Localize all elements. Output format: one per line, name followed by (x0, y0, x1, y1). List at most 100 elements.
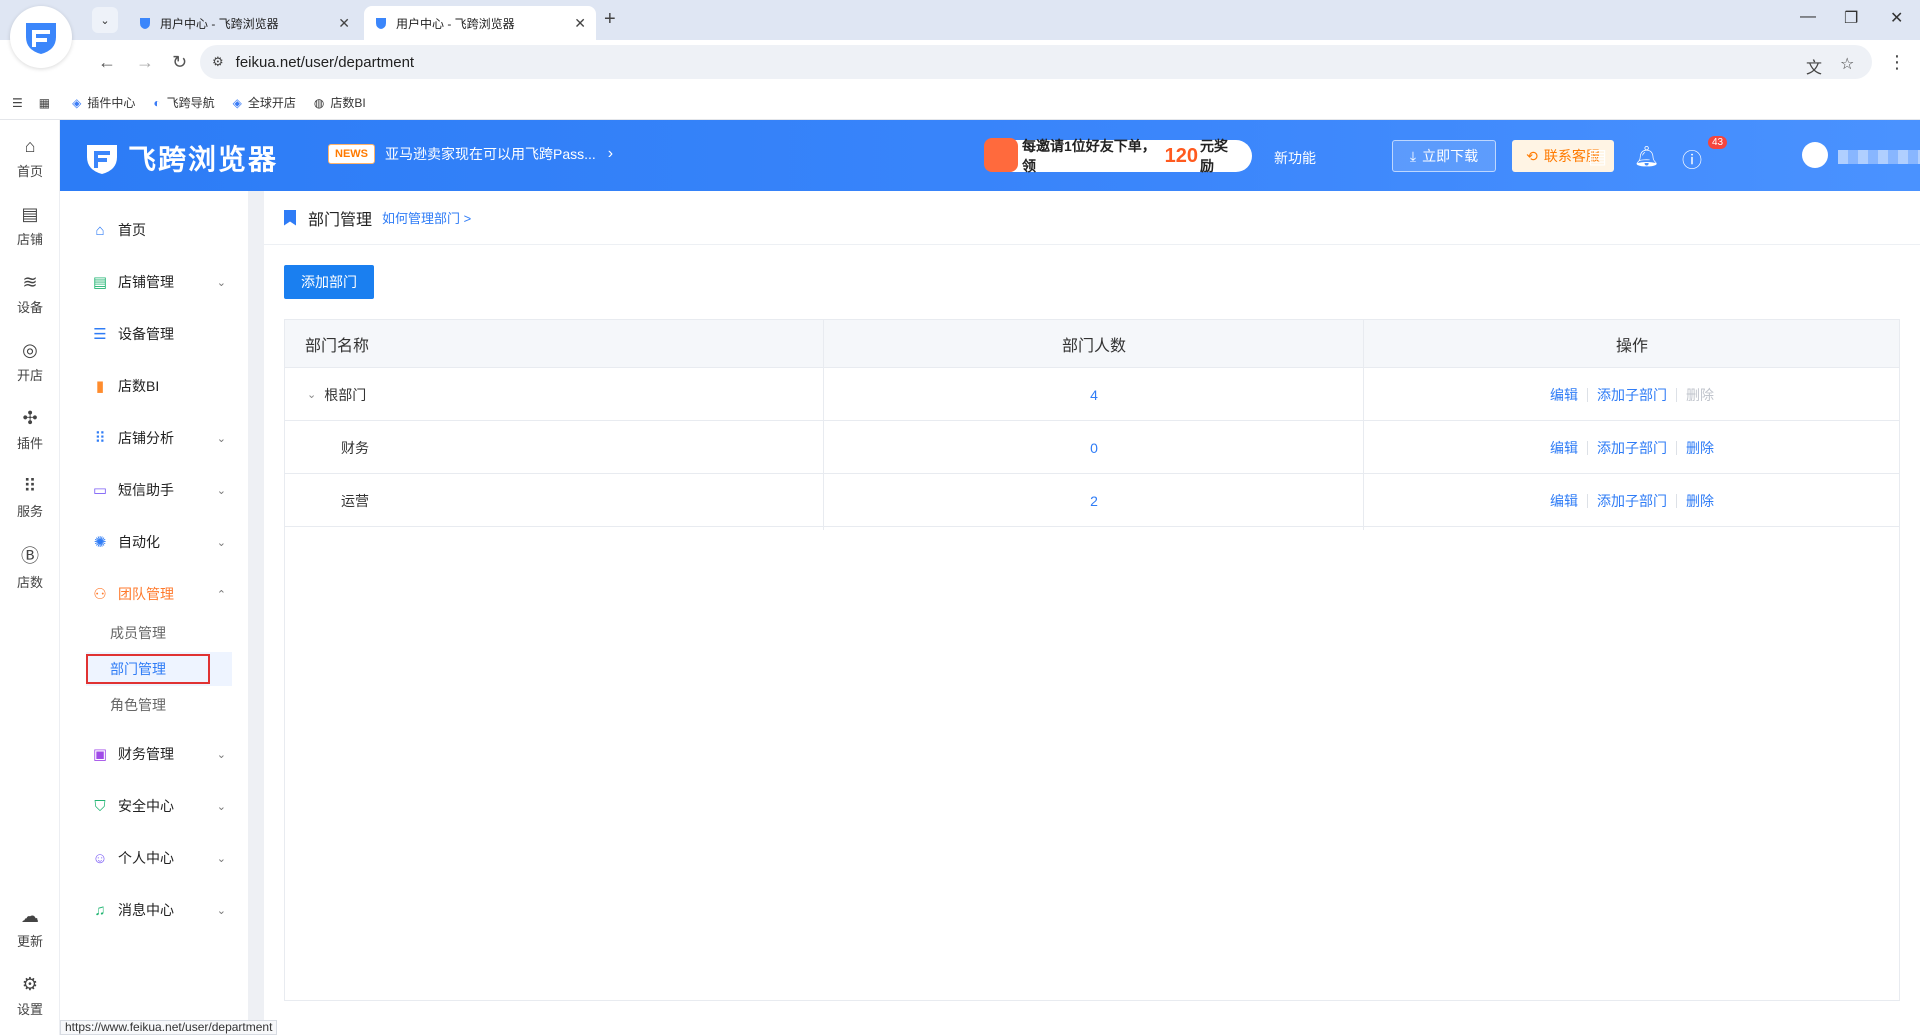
bookmark-star-icon[interactable]: ☆ (1840, 54, 1854, 74)
rail-item-open-store[interactable]: ◎ 开店 (0, 334, 60, 390)
reload-button[interactable]: ↻ (172, 52, 187, 73)
menu-item-automation[interactable]: ✺ 自动化 ⌄ (60, 521, 248, 563)
chevron-down-icon: ⌄ (216, 484, 226, 497)
menu-item-messages[interactable]: ♫ 消息中心 ⌄ (60, 889, 248, 931)
browser-tab-1[interactable]: 用户中心 - 飞跨浏览器 ✕ (128, 6, 360, 40)
server-icon: ☰ (93, 326, 107, 343)
department-count-link[interactable]: 2 (825, 474, 1363, 527)
apps-grid-icon[interactable]: ▦ (39, 96, 50, 110)
department-count-link[interactable]: 4 (825, 368, 1363, 421)
close-window-button[interactable]: ✕ (1890, 8, 1903, 28)
rail-item-dianshu[interactable]: Ⓑ 店数 (0, 538, 60, 594)
rail-item-plugin[interactable]: ✣ 插件 (0, 402, 60, 458)
new-feature-link[interactable]: 新功能 (1274, 148, 1316, 168)
chevron-down-icon: ⌄ (100, 14, 110, 27)
page-title: 部门管理 (308, 211, 373, 229)
bookmark-global-store[interactable]: ◈ 全球开店 (233, 94, 296, 111)
rail-item-store[interactable]: ▤ 店铺 (0, 198, 60, 254)
delete-button[interactable]: 删除 (1686, 438, 1714, 458)
shield-icon: ◈ (232, 95, 242, 110)
department-page: 部门管理 如何管理部门 > 添加部门 部门名称 部门人数 操作 ⌄ 根部门 4 … (264, 191, 1920, 1021)
url-text[interactable]: feikua.net/user/department (236, 54, 414, 71)
layers-icon: ≋ (22, 272, 38, 292)
user-name-masked[interactable] (1838, 150, 1920, 164)
divider (1587, 440, 1588, 455)
menu-item-home[interactable]: ⌂ 首页 (60, 209, 248, 251)
bookmark-plugin-center[interactable]: ◈ 插件中心 (72, 94, 135, 111)
translate-icon[interactable]: 文 (1806, 54, 1822, 78)
edit-button[interactable]: 编辑 (1550, 491, 1578, 511)
invite-reward-banner[interactable]: 每邀请1位好友下单，领 120 元奖励 (984, 138, 1252, 174)
forward-button[interactable]: → (136, 52, 154, 73)
bar-chart-icon: ▮ (95, 378, 105, 395)
add-sub-department-button[interactable]: 添加子部门 (1597, 491, 1667, 511)
gift-icon (984, 138, 1018, 172)
menu-scrollbar[interactable] (248, 191, 264, 1021)
settings-icon: ⚙ (21, 974, 39, 994)
restore-button[interactable]: ❐ (1844, 8, 1858, 28)
close-icon[interactable]: ✕ (338, 15, 350, 32)
rail-item-home[interactable]: ⌂ 首页 (0, 130, 60, 186)
home-icon: ⌂ (24, 136, 36, 156)
edit-button[interactable]: 编辑 (1550, 438, 1578, 458)
minimize-button[interactable]: — (1800, 8, 1816, 26)
compass-icon: ◐ (153, 95, 161, 110)
chevron-down-icon[interactable]: ⌄ (307, 388, 316, 401)
chevron-down-icon: ⌄ (216, 852, 226, 865)
back-button[interactable]: ← (98, 52, 116, 73)
help-icon[interactable]: ⓘ (1682, 144, 1702, 173)
row-actions: 编辑 添加子部门 删除 (1365, 421, 1899, 474)
feikua-logo-icon (87, 145, 117, 174)
sidebar-toggle-icon[interactable]: ☰ (12, 96, 23, 110)
avatar[interactable] (1802, 142, 1828, 168)
rail-item-service[interactable]: ⠿ 服务 (0, 470, 60, 526)
rail-item-update[interactable]: ☁ 更新 (0, 900, 60, 956)
browser-menu-icon[interactable]: ⋮ (1888, 52, 1906, 73)
grid-icon: ⠿ (94, 430, 106, 447)
help-link[interactable]: 如何管理部门 > (382, 208, 471, 227)
submenu-item-members[interactable]: 成员管理 (86, 616, 232, 650)
add-sub-department-button[interactable]: 添加子部门 (1597, 385, 1667, 405)
browser-logo[interactable] (10, 6, 72, 68)
document-icon[interactable]: ▤ (1588, 144, 1607, 169)
department-name: 运营 (341, 492, 369, 509)
menu-item-profile[interactable]: ☺ 个人中心 ⌄ (60, 837, 248, 879)
submenu-item-roles[interactable]: 角色管理 (86, 688, 232, 722)
table-row: ⌄ 根部门 4 编辑 添加子部门 删除 (285, 368, 1899, 421)
add-sub-department-button[interactable]: 添加子部门 (1597, 438, 1667, 458)
bookmark-dianshu-bi[interactable]: ◍ 店数BI (314, 94, 366, 111)
rail-item-device[interactable]: ≋ 设备 (0, 266, 60, 322)
site-info-icon[interactable]: ⚙ (212, 54, 224, 70)
tab-search-button[interactable]: ⌄ (92, 7, 118, 33)
omnibox[interactable]: ⚙ feikua.net/user/department (200, 45, 1872, 79)
delete-button[interactable]: 删除 (1686, 385, 1714, 405)
department-count-link[interactable]: 0 (825, 421, 1363, 474)
breadcrumb: 部门管理 如何管理部门 > (264, 191, 1920, 245)
menu-item-store-analysis[interactable]: ⠿ 店铺分析 ⌄ (60, 417, 248, 459)
close-icon[interactable]: ✕ (574, 15, 586, 32)
browser-tab-2[interactable]: 用户中心 - 飞跨浏览器 ✕ (364, 6, 596, 40)
menu-item-device[interactable]: ☰ 设备管理 (60, 313, 248, 355)
bookmark-feikua-nav[interactable]: ◐ 飞跨导航 (153, 94, 214, 111)
brand-logo[interactable]: 飞跨浏览器 (84, 138, 278, 178)
add-department-button[interactable]: 添加部门 (284, 265, 374, 299)
team-icon: ⚇ (93, 586, 107, 603)
chevron-down-icon: ⌄ (216, 800, 226, 813)
menu-item-team[interactable]: ⚇ 团队管理 ⌃ (60, 573, 248, 615)
new-tab-button[interactable]: + (604, 8, 616, 31)
news-ticker[interactable]: NEWS 亚马逊卖家现在可以用飞跨Pass... › (328, 144, 613, 164)
menu-item-bi[interactable]: ▮ 店数BI (60, 365, 248, 407)
delete-button[interactable]: 删除 (1686, 491, 1714, 511)
menu-item-sms[interactable]: ▭ 短信助手 ⌄ (60, 469, 248, 511)
highlight-box (86, 654, 210, 684)
bell-icon[interactable]: 🔔︎ (1634, 144, 1659, 169)
menu-item-finance[interactable]: ▣ 财务管理 ⌄ (60, 733, 248, 775)
column-header-ops: 操作 (1615, 338, 1648, 355)
edit-button[interactable]: 编辑 (1550, 385, 1578, 405)
store-icon: ▤ (21, 204, 39, 224)
bi-icon: Ⓑ (21, 545, 39, 566)
menu-item-store[interactable]: ▤ 店铺管理 ⌄ (60, 261, 248, 303)
download-button[interactable]: ⤓ 立即下载 (1392, 140, 1496, 172)
rail-item-settings[interactable]: ⚙ 设置 (0, 968, 60, 1024)
menu-item-security[interactable]: ⛉ 安全中心 ⌄ (60, 785, 248, 827)
